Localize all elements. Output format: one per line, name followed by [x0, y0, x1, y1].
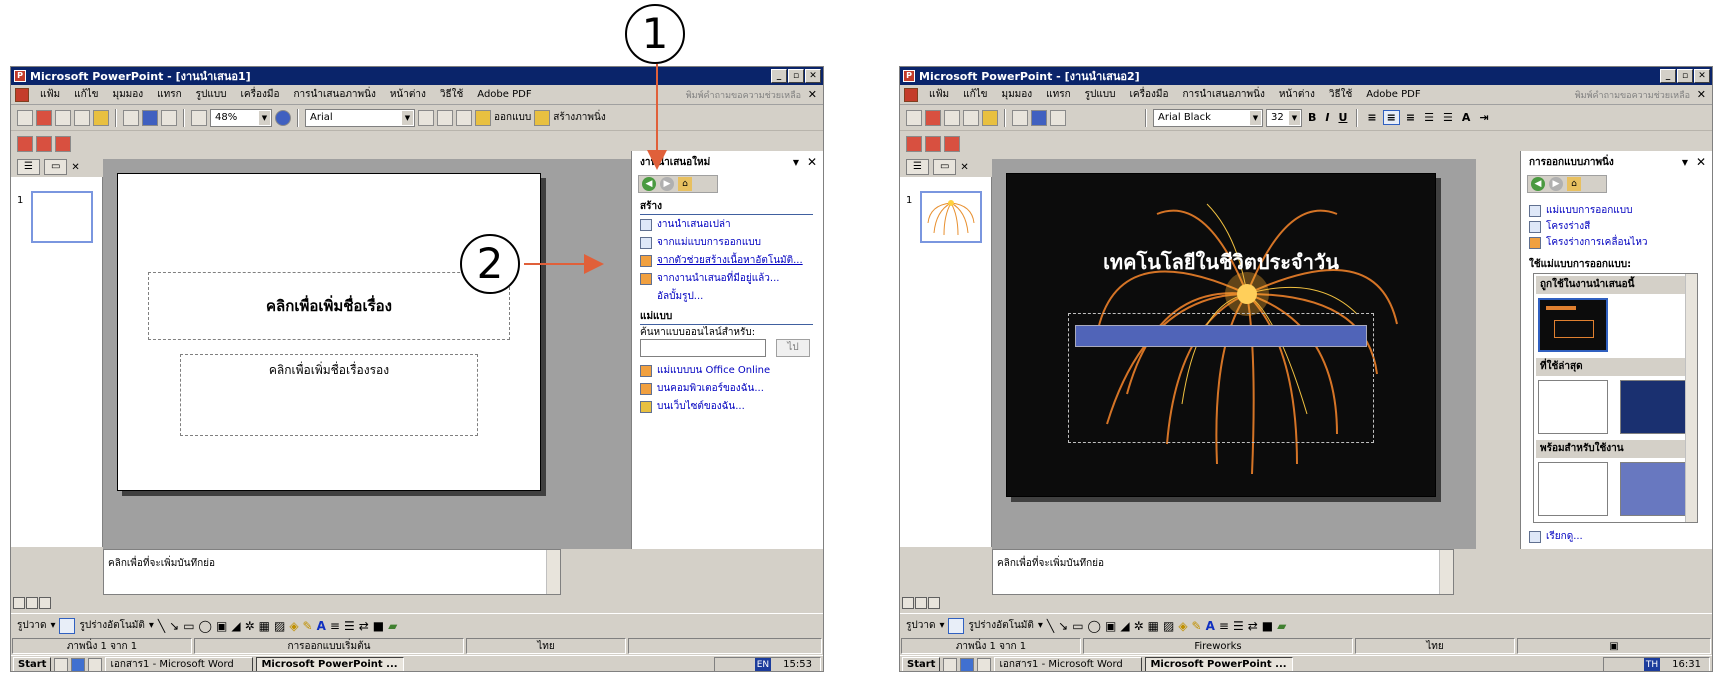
callout-number-1: 1	[625, 4, 685, 64]
callout-number-2: 2	[460, 234, 520, 294]
callout-arrows	[524, 64, 667, 274]
